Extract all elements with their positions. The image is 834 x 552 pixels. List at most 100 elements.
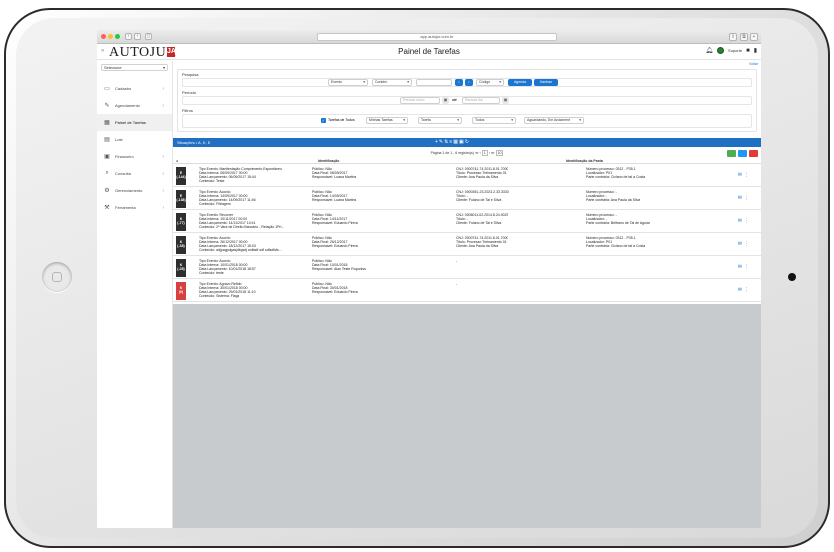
refresh-icon[interactable]: ↻ bbox=[465, 139, 470, 145]
money-icon: ▣ bbox=[104, 154, 110, 160]
tarefa-select[interactable]: Tarefa ▾ bbox=[418, 117, 462, 124]
calendar-icon[interactable]: ▦ bbox=[502, 97, 509, 104]
table-row[interactable]: E (-138) Tipo Evento: Acordo Data Interna: … bbox=[173, 188, 761, 210]
more-options-icon[interactable]: ⋮ bbox=[744, 287, 751, 293]
chevron-down-icon: ▾ bbox=[363, 80, 365, 84]
sidebar-item-lote[interactable]: ▤ Lote bbox=[97, 131, 172, 148]
table-row[interactable]: K (-28) Tipo Evento: Acordo Data Interna: 1… bbox=[173, 257, 761, 279]
chat-icon[interactable]: ■ bbox=[746, 48, 750, 54]
cell-line: Cliente: Fulano de Tal e Silva bbox=[456, 221, 502, 225]
user-name[interactable]: Suporte bbox=[728, 48, 742, 53]
chevron-right-icon: › bbox=[162, 102, 164, 109]
page-size[interactable]: 10 bbox=[495, 150, 504, 156]
contem-select[interactable]: Contém ▾ bbox=[372, 79, 412, 86]
next-page-icon[interactable]: › bbox=[489, 151, 490, 155]
table-header: ● Identificação Identificação da Pasta bbox=[173, 158, 761, 164]
address-bar[interactable]: app.autojur.com.br bbox=[317, 33, 557, 41]
row-actions: ✉⋮ bbox=[738, 195, 751, 201]
more-options-icon[interactable]: ⋮ bbox=[744, 264, 751, 270]
sidebar-item-agendamento[interactable]: ✎ Agendamento › bbox=[97, 97, 172, 114]
settings-icon: ⚙ bbox=[104, 188, 110, 194]
sidebar-item-gerenciamento[interactable]: ⚙ Gerenciamento › bbox=[97, 182, 172, 199]
row-actions: ✉⋮ bbox=[738, 172, 751, 178]
maximize-window-icon[interactable] bbox=[115, 34, 120, 39]
export-excel-button[interactable] bbox=[727, 150, 736, 157]
table-row[interactable]: E (-144) Tipo Evento: Manifestação Cumprim… bbox=[173, 165, 761, 187]
search-button[interactable]: ⌕ bbox=[455, 79, 463, 86]
sidebar-toggle-icon[interactable]: ▯ bbox=[145, 33, 152, 40]
table-row[interactable]: K (0) Tipo Evento: Agravo Retido Data Inter… bbox=[173, 280, 761, 302]
table-row[interactable]: K (-38) Tipo Evento: Acordo Data Interna: 2… bbox=[173, 234, 761, 256]
sidebar-item-financeiro[interactable]: ▣ Financeiro › bbox=[97, 148, 172, 165]
export-pdf-button[interactable] bbox=[749, 150, 758, 157]
cell-line: Parte contrária: Ciclano de tal a Costa bbox=[586, 244, 646, 248]
cell-line: Conteúdo: teste bbox=[199, 271, 224, 275]
row-actions: ✉⋮ bbox=[738, 264, 751, 270]
col-identificacao-pasta: Identificação da Pasta bbox=[566, 159, 603, 163]
pesquisa-input[interactable] bbox=[416, 79, 452, 86]
print-button[interactable] bbox=[738, 150, 747, 157]
more-options-icon[interactable]: ⋮ bbox=[744, 172, 751, 178]
bell-icon[interactable]: 🔔︎ bbox=[705, 47, 713, 54]
evento-select[interactable]: Evento ▾ bbox=[328, 79, 368, 86]
periodo-fim-input[interactable]: Período fim bbox=[462, 97, 500, 104]
back-icon[interactable]: ‹ bbox=[125, 33, 132, 40]
tabs-icon[interactable]: ⧉ bbox=[740, 33, 748, 41]
agenda-button[interactable]: Agenda bbox=[508, 79, 532, 86]
sidebar: Selecione ▾ ▭ Cadastro › ✎ Agendamento ›… bbox=[97, 61, 173, 528]
sidebar-select[interactable]: Selecione ▾ bbox=[101, 64, 168, 71]
sidebar-item-cadastro[interactable]: ▭ Cadastro › bbox=[97, 80, 172, 97]
minimize-window-icon[interactable] bbox=[108, 34, 113, 39]
chevron-down-icon: ▾ bbox=[407, 80, 409, 84]
more-options-icon[interactable]: ⋮ bbox=[744, 218, 751, 224]
calendar-icon[interactable]: ▦ bbox=[442, 97, 449, 104]
info-icon[interactable]: ● bbox=[176, 158, 178, 164]
situacao-select[interactable]: Aguardando, Em Andament ▾ bbox=[524, 117, 584, 124]
home-square-icon bbox=[52, 272, 62, 282]
sidebar-item-label: Agendamento bbox=[115, 103, 140, 108]
table-row[interactable]: K (-77) Tipo Evento: Recorrer Data Interna:… bbox=[173, 211, 761, 233]
cell-line: Parte contrária: Ciclano de tal a Costa bbox=[586, 175, 646, 179]
todos-value: Todos bbox=[475, 118, 485, 122]
book-icon[interactable]: ▮ bbox=[754, 47, 757, 54]
last-page-icon[interactable]: ≫ bbox=[491, 151, 495, 155]
row-column-2: Público: Não Data Final: 06/09/2017 Respon… bbox=[312, 167, 356, 179]
voltar-link[interactable]: Voltar bbox=[749, 62, 758, 66]
todos-select[interactable]: Todos ▾ bbox=[472, 117, 516, 124]
chevron-right-icon: › bbox=[162, 153, 164, 160]
chevron-down-icon: ▾ bbox=[403, 118, 405, 122]
sidebar-select-value: Selecione bbox=[104, 65, 122, 70]
sidebar-item-label: Painel de Tarefas bbox=[115, 120, 146, 125]
sidebar-item-ferramenta[interactable]: ⚒ Ferramenta › bbox=[97, 199, 172, 216]
browser-toolbar: ‹ › ▯ app.autojur.com.br ⇪ ⧉ + bbox=[97, 30, 761, 44]
chevron-down-icon: ▾ bbox=[579, 118, 581, 122]
minhas-tarefas-select[interactable]: Minhas Tarefas ▾ bbox=[366, 117, 408, 124]
avatar[interactable] bbox=[717, 47, 725, 54]
empty-area bbox=[173, 304, 761, 528]
sidebar-item-consulta[interactable]: ⌕ Consulta › bbox=[97, 165, 172, 182]
sidebar-item-label: Cadastro bbox=[115, 86, 132, 91]
row-actions: ✉⋮ bbox=[738, 287, 751, 293]
first-page-icon[interactable]: ≪ bbox=[475, 151, 479, 155]
pager-summary: Página 1 de 1 - 6 registro(s) bbox=[430, 151, 474, 155]
new-tab-icon[interactable]: + bbox=[750, 33, 758, 41]
kanban-button-label: Kanban bbox=[539, 80, 553, 84]
advanced-search-button[interactable]: ⌕ bbox=[465, 79, 473, 86]
tarefas-de-todos-checkbox[interactable]: ✓ bbox=[321, 118, 326, 123]
badge-days: (-28) bbox=[177, 267, 185, 271]
row-column-3: - bbox=[456, 259, 457, 263]
current-page[interactable]: 1 bbox=[481, 150, 488, 156]
share-icon[interactable]: ⇪ bbox=[729, 33, 737, 41]
more-options-icon[interactable]: ⋮ bbox=[744, 241, 751, 247]
sidebar-item-painel-de-tarefas[interactable]: ▦ Painel de Tarefas bbox=[97, 114, 172, 131]
chevron-down-icon: ▾ bbox=[511, 118, 513, 122]
prev-page-icon[interactable]: ‹ bbox=[480, 151, 481, 155]
more-options-icon[interactable]: ⋮ bbox=[744, 195, 751, 201]
codigo-select[interactable]: Código ▾ bbox=[476, 79, 504, 86]
home-button[interactable] bbox=[42, 262, 72, 292]
cell-line: Responsável: Eduardo Pirera bbox=[312, 290, 358, 294]
kanban-button[interactable]: Kanban bbox=[534, 79, 558, 86]
close-window-icon[interactable] bbox=[101, 34, 106, 39]
forward-icon[interactable]: › bbox=[134, 33, 141, 40]
periodo-inicio-input[interactable]: Período início bbox=[400, 97, 440, 104]
